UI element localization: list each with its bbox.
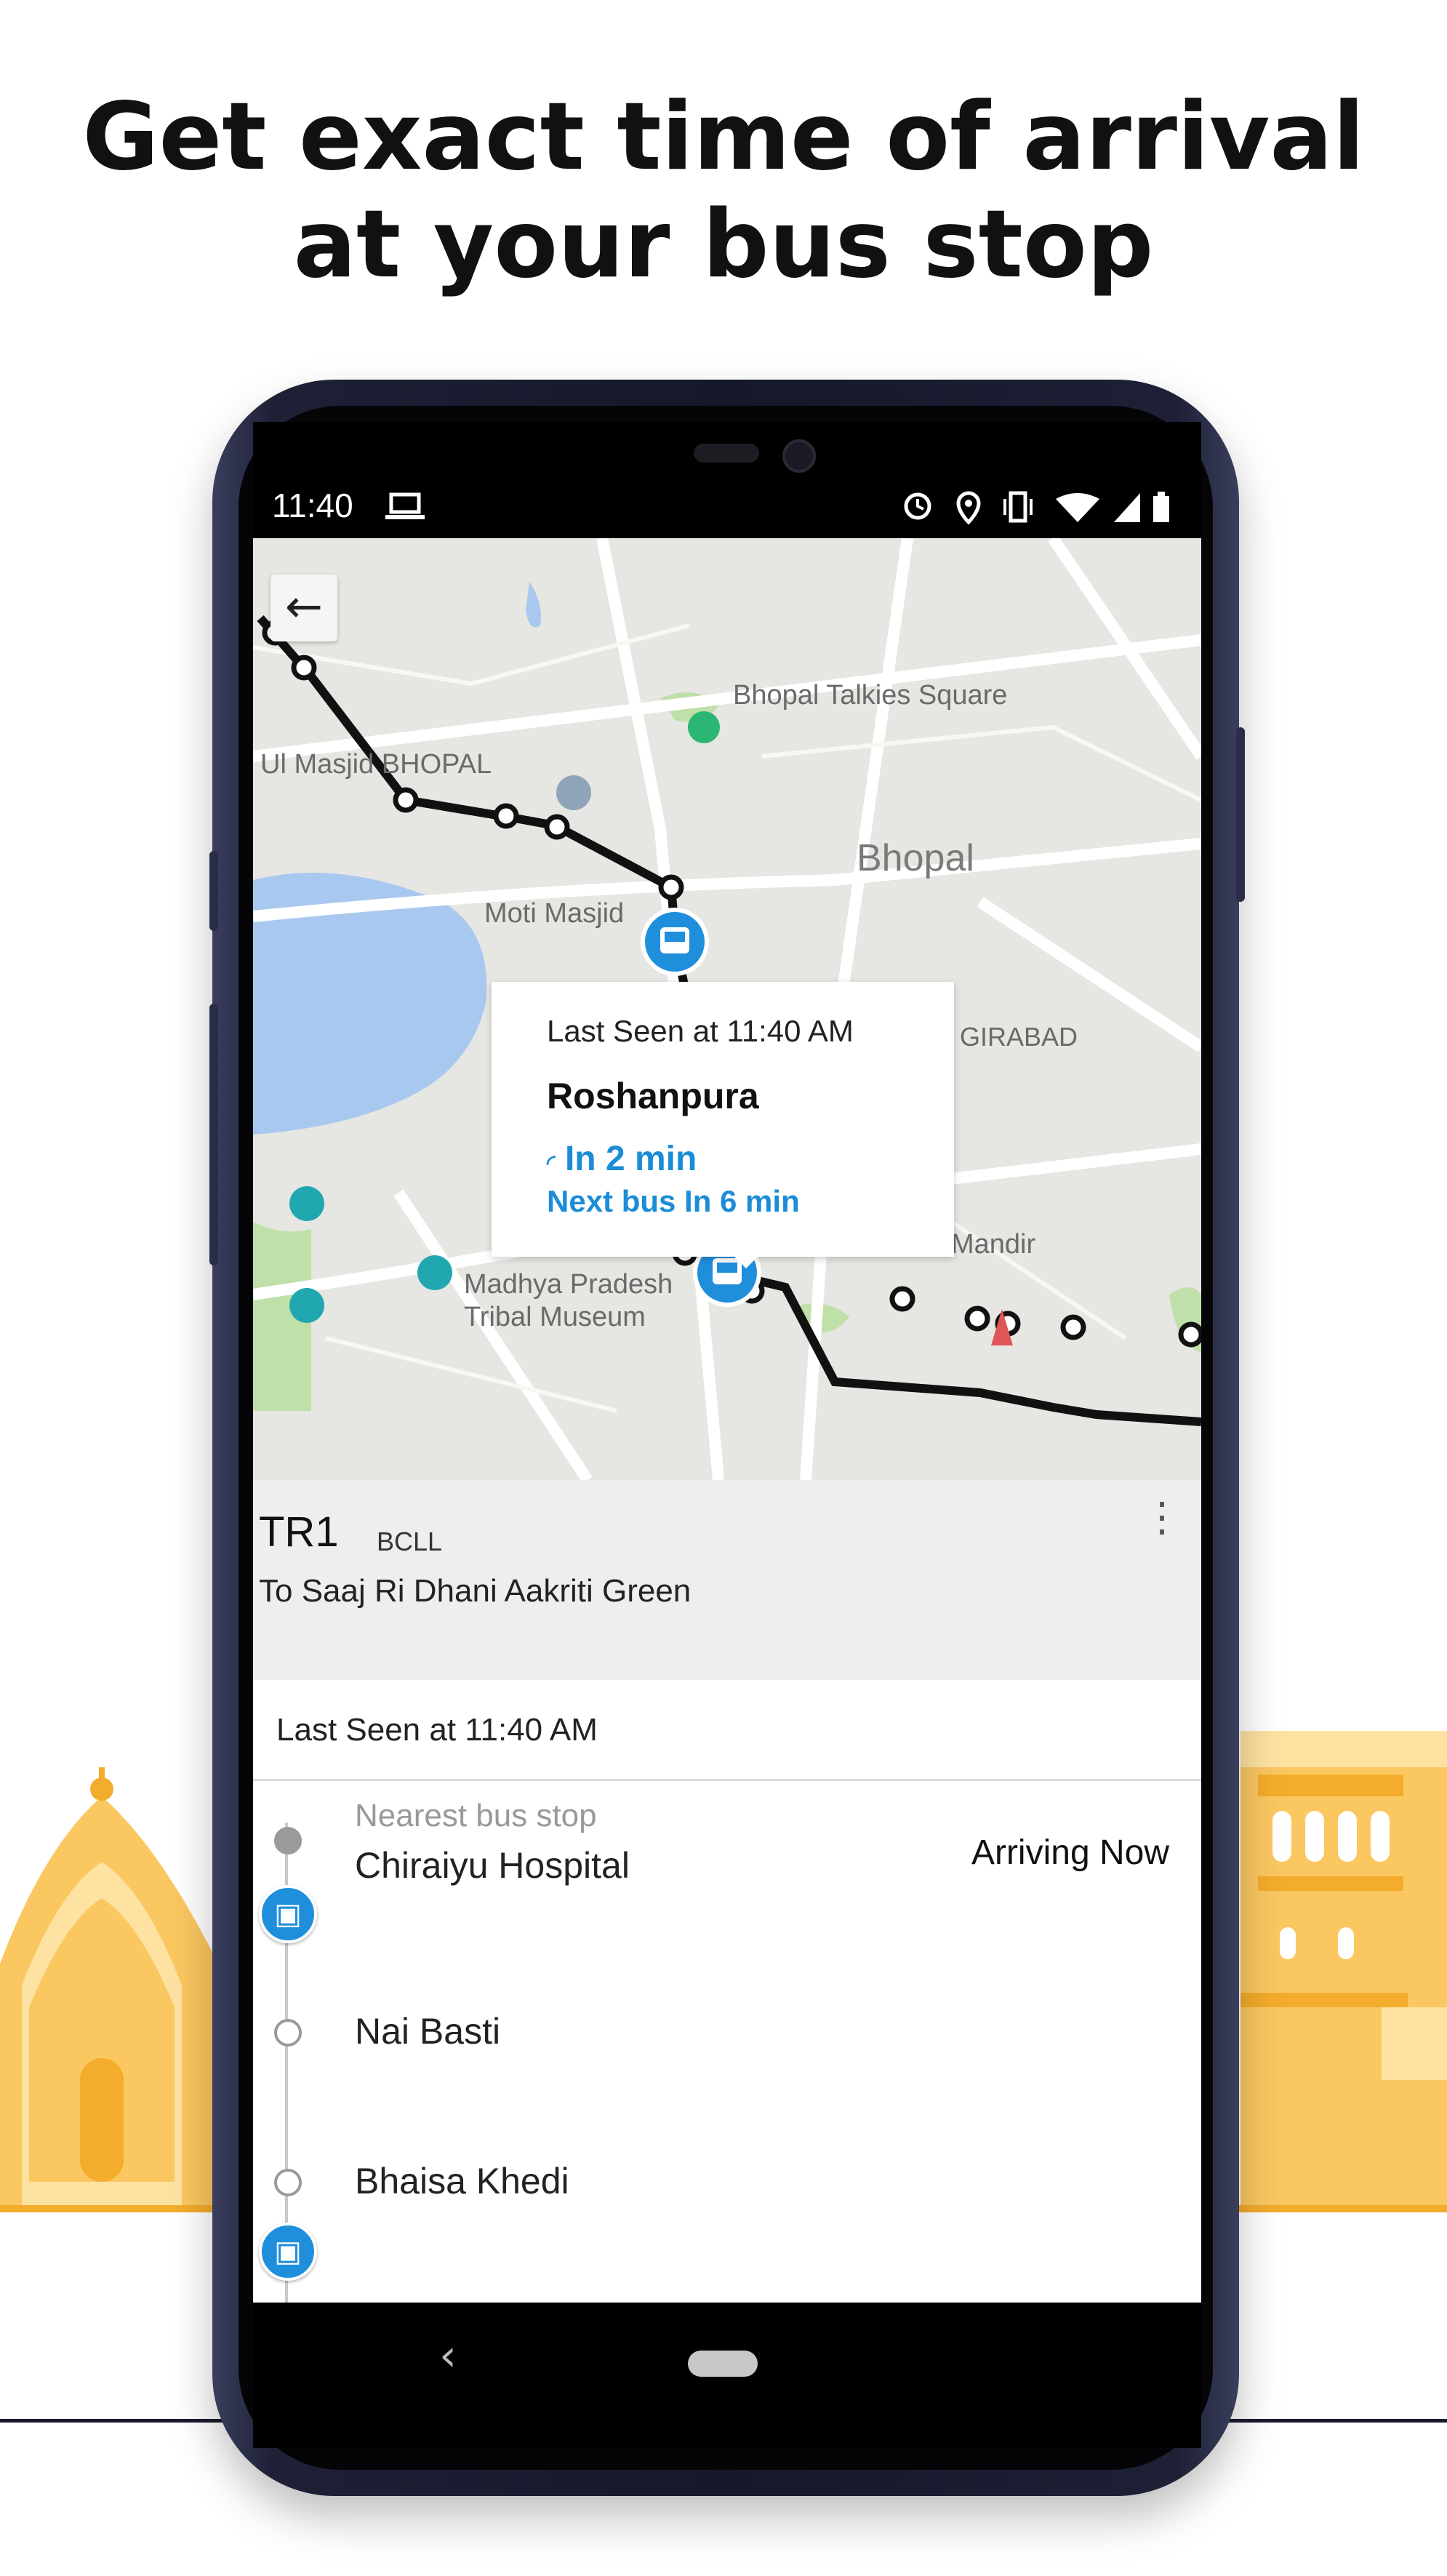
- popup-next-bus: Next bus In 6 min: [547, 1184, 800, 1218]
- navigation-bar: ‹: [253, 2303, 1201, 2448]
- power-button: [1236, 727, 1245, 902]
- bus-icon: ▣: [259, 1885, 317, 1943]
- front-camera: [782, 439, 816, 473]
- wifi-icon: [1056, 493, 1099, 522]
- map-label-bhopal-talkies: Bhopal Talkies Square: [733, 680, 1008, 711]
- map-label-bhopal: Bhopal: [857, 837, 974, 879]
- map-label-tribal-museum-2: Tribal Museum: [464, 1302, 646, 1332]
- nav-back-icon[interactable]: ‹: [439, 2330, 457, 2381]
- right-building-illustration: [1240, 1731, 1447, 2211]
- stop-name: Chiraiyu Hospital: [355, 1845, 630, 1886]
- alert-slider: [209, 851, 218, 931]
- left-building-illustration: [0, 1767, 218, 2211]
- nav-home-button[interactable]: [688, 2351, 758, 2377]
- route-number: TR1: [259, 1508, 339, 1556]
- location-icon: [956, 491, 981, 525]
- stop-list[interactable]: Last Seen at 11:40 AM ▣ ▣ Nearest bus st…: [253, 1680, 1201, 2303]
- map-label-moti-masjid: Moti Masjid: [484, 898, 625, 929]
- alarm-icon: [904, 492, 931, 520]
- route-map[interactable]: ← Bhopal Talkies Square Ul Masjid BHOPAL…: [253, 538, 1201, 1480]
- map-label-girabad: GIRABAD: [960, 1022, 1078, 1052]
- status-icons: [904, 491, 1169, 525]
- popup-eta: ◜ In 2 min: [547, 1140, 697, 1178]
- last-seen-text: Last Seen at 11:40 AM: [276, 1712, 598, 1748]
- back-arrow-icon[interactable]: ←: [270, 575, 337, 641]
- stop-name: Nai Basti: [355, 2011, 501, 2052]
- map-label-tribal-museum-1: Madhya Pradesh: [464, 1269, 673, 1300]
- timeline-dot: [274, 2169, 302, 2196]
- vibrate-icon: [1003, 491, 1033, 523]
- arrival-status: Arriving Now: [971, 1833, 1169, 1872]
- map-label-masjid: Ul Masjid BHOPAL: [260, 749, 492, 780]
- timeline-dot: [274, 2019, 302, 2047]
- timeline-dot: [274, 1827, 302, 1855]
- popup-pointer: [730, 1252, 762, 1268]
- route-operator: BCLL: [377, 1527, 443, 1556]
- bus-icon: ▣: [259, 2223, 317, 2281]
- last-seen-row: Last Seen at 11:40 AM: [253, 1680, 1201, 1781]
- battery-icon: [1153, 492, 1169, 522]
- stop-name: Bhaisa Khedi: [355, 2161, 569, 2201]
- earpiece: [694, 444, 759, 463]
- camera-notch: [592, 422, 862, 489]
- laptop-icon: [385, 492, 425, 519]
- route-destination: To Saaj Ri Dhani Aakriti Green: [259, 1573, 692, 1609]
- bus-info-popup[interactable]: Last Seen at 11:40 AM Roshanpura ◜ In 2 …: [492, 982, 954, 1268]
- map-label-mandir: Mandir: [951, 1229, 1036, 1260]
- popup-stop-name: Roshanpura: [547, 1076, 759, 1116]
- signal-icon: [1114, 493, 1140, 522]
- live-signal-icon: ◜: [547, 1151, 556, 1175]
- status-time: 11:40: [272, 487, 353, 524]
- phone-screen: 11:40 ← Bhopal Talkies Square Ul Masjid …: [253, 422, 1201, 2303]
- popup-last-seen: Last Seen at 11:40 AM: [547, 1014, 854, 1048]
- more-options-icon[interactable]: ⋮: [1142, 1497, 1182, 1537]
- nearest-stop-label: Nearest bus stop: [355, 1798, 597, 1833]
- volume-button: [209, 1004, 218, 1265]
- route-header: TR1 BCLL To Saaj Ri Dhani Aakriti Green …: [253, 1480, 1201, 1680]
- map-bus-marker-top: [641, 908, 709, 976]
